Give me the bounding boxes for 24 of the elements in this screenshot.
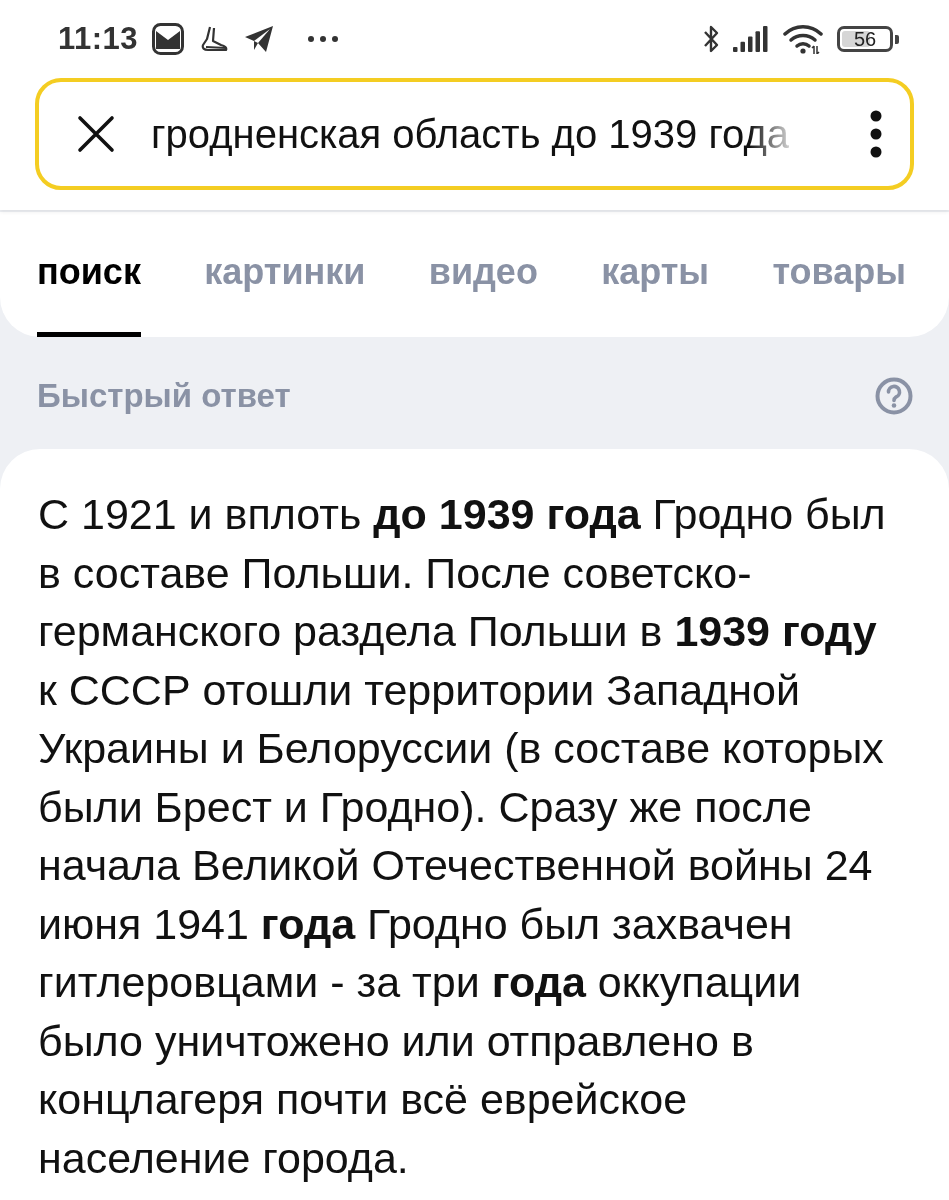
paper-plane-icon [244,25,275,53]
menu-button[interactable] [870,110,882,158]
mail-icon [152,23,185,55]
tab[interactable]: товары [772,212,906,337]
answer-text: С 1921 и вплоть до 1939 года Гродно был в составе Польши. После советско-германского раздела Польши в 1939 году к СССР отошли территории Западной Украины и Белоруссии (в составе которых были Брест и Гродно). Сразу же после начала Великой Отечественной войны 24 июня 1941 года Гродно был захвачен гитлеровцами - за три года оккупации было уничтожено или отправлено в концлагеря почти всё еврейское население города. [38,489,887,1184]
bluetooth-icon [703,24,719,54]
battery-indicator: 56 [837,26,899,52]
clear-button[interactable] [77,115,115,153]
shoe-icon [200,25,229,53]
menu-icon [870,110,882,158]
clock: 11:13 [58,21,139,57]
close-icon [77,115,115,153]
tab[interactable]: картинки [204,212,366,337]
search-query: гродненская область до 1939 года [151,111,790,157]
tab[interactable]: поиск [37,212,141,337]
wifi-icon [783,24,823,54]
tab[interactable]: видео [428,212,538,337]
tab[interactable]: карты [601,212,710,337]
help-icon [875,377,913,415]
signal-icon [733,26,769,52]
help-button[interactable] [875,377,913,415]
section-title: Быстрый ответ [37,377,291,415]
search-field[interactable]: гродненская область до 1939 года [35,78,914,190]
more-notifications-icon [308,36,339,42]
